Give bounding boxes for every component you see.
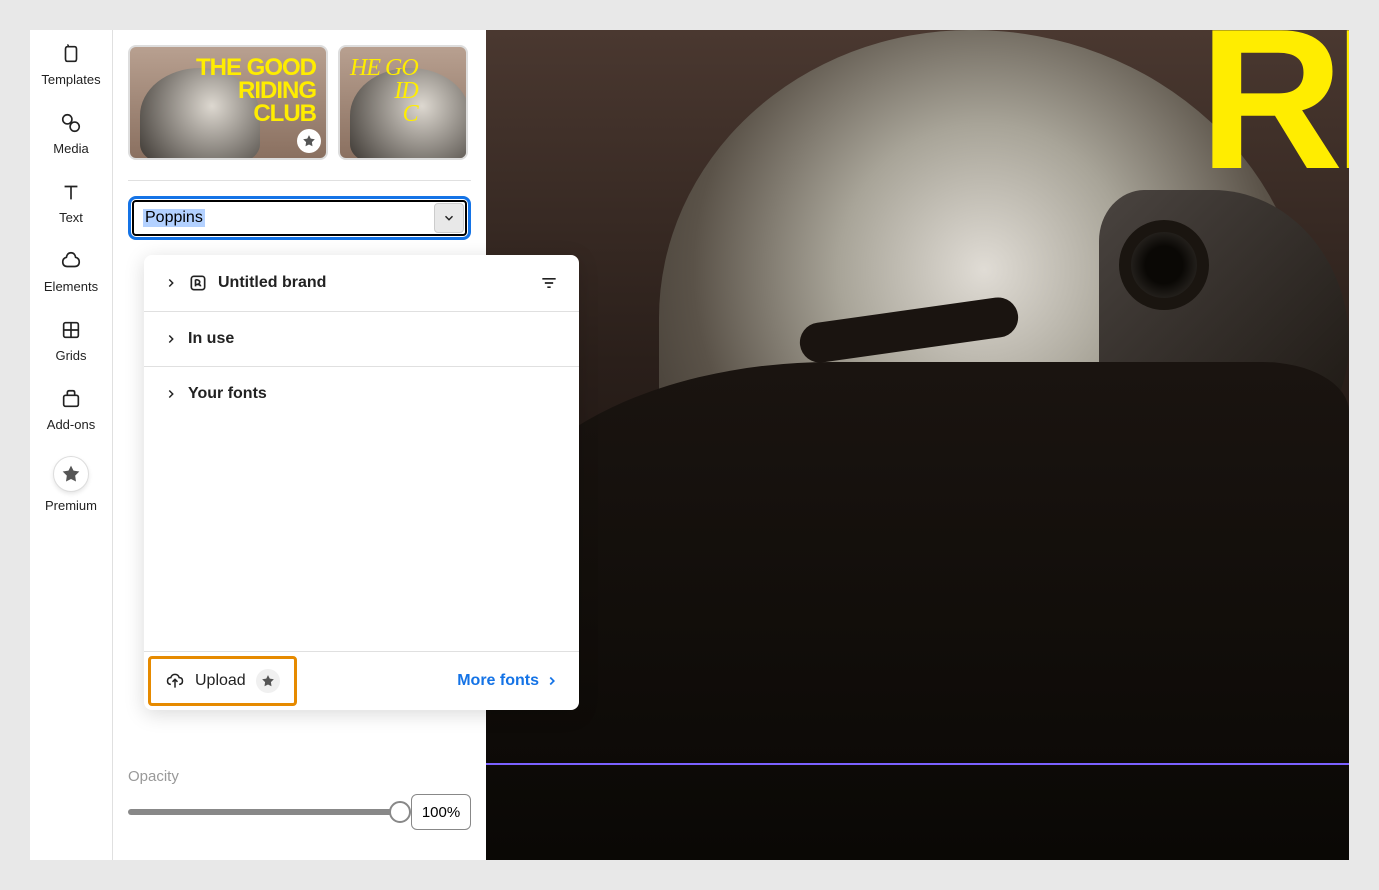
font-input-value: Poppins	[143, 209, 205, 227]
sidebar-item-elements[interactable]: Elements	[30, 237, 112, 306]
chevron-right-icon	[164, 387, 178, 401]
chevron-right-icon	[545, 674, 559, 688]
sidebar: Templates Media Text Elements Grids	[30, 30, 113, 860]
upload-button[interactable]: Upload	[165, 669, 280, 693]
dropdown-footer: Upload More fonts	[144, 651, 579, 710]
dropdown-section-yourfonts[interactable]: Your fonts	[144, 367, 579, 421]
opacity-label: Opacity	[128, 768, 179, 785]
addons-icon	[59, 387, 83, 411]
more-fonts-label: More fonts	[457, 672, 539, 690]
upload-label: Upload	[195, 672, 246, 690]
premium-icon	[53, 456, 89, 492]
template-thumbnail[interactable]: THE GOOD RIDING CLUB	[128, 45, 328, 160]
font-selector[interactable]: Poppins	[128, 196, 471, 240]
section-label: Your fonts	[188, 385, 267, 403]
sidebar-item-grids[interactable]: Grids	[30, 306, 112, 375]
grids-icon	[59, 318, 83, 342]
slider-thumb[interactable]	[389, 801, 411, 823]
font-dropdown-panel: Untitled brand In use Your fonts Upload	[144, 255, 579, 710]
thumbnail-text: HE GO ID C	[350, 57, 418, 125]
premium-badge-icon	[256, 669, 280, 693]
template-thumbnail[interactable]: HE GO ID C	[338, 45, 468, 160]
sidebar-label: Add-ons	[47, 417, 95, 432]
upload-icon	[165, 671, 185, 691]
selection-line	[486, 763, 1349, 765]
text-icon	[59, 180, 83, 204]
sidebar-label: Grids	[55, 348, 86, 363]
font-dropdown-toggle[interactable]	[434, 203, 464, 233]
template-thumbnails: THE GOOD RIDING CLUB HE GO ID C	[128, 45, 471, 160]
chevron-down-icon	[442, 211, 456, 225]
sidebar-item-addons[interactable]: Add-ons	[30, 375, 112, 444]
brand-icon	[188, 273, 208, 293]
templates-icon	[59, 42, 83, 66]
chevron-right-icon	[164, 276, 178, 290]
sidebar-label: Templates	[41, 72, 100, 87]
opacity-control: Opacity 100%	[128, 794, 471, 830]
elements-icon	[59, 249, 83, 273]
sidebar-label: Text	[59, 210, 83, 225]
premium-badge-icon	[297, 129, 321, 153]
sidebar-item-templates[interactable]: Templates	[30, 30, 112, 99]
sidebar-item-text[interactable]: Text	[30, 168, 112, 237]
sidebar-item-media[interactable]: Media	[30, 99, 112, 168]
opacity-slider[interactable]	[128, 809, 401, 815]
media-icon	[59, 111, 83, 135]
chevron-right-icon	[164, 332, 178, 346]
sidebar-label: Premium	[45, 498, 97, 513]
dropdown-section-brand[interactable]: Untitled brand	[144, 255, 579, 312]
sidebar-label: Elements	[44, 279, 98, 294]
thumbnail-text: THE GOOD RIDING CLUB	[196, 57, 316, 125]
opacity-value[interactable]: 100%	[411, 794, 471, 830]
sidebar-label: Media	[53, 141, 88, 156]
sidebar-item-premium[interactable]: Premium	[30, 444, 112, 525]
section-label: Untitled brand	[218, 274, 326, 292]
dropdown-section-inuse[interactable]: In use	[144, 312, 579, 367]
canvas-title[interactable]: RI	[1199, 30, 1349, 190]
more-fonts-button[interactable]: More fonts	[457, 672, 559, 690]
canvas[interactable]: RI	[486, 30, 1349, 860]
section-label: In use	[188, 330, 234, 348]
filter-icon[interactable]	[539, 273, 559, 293]
